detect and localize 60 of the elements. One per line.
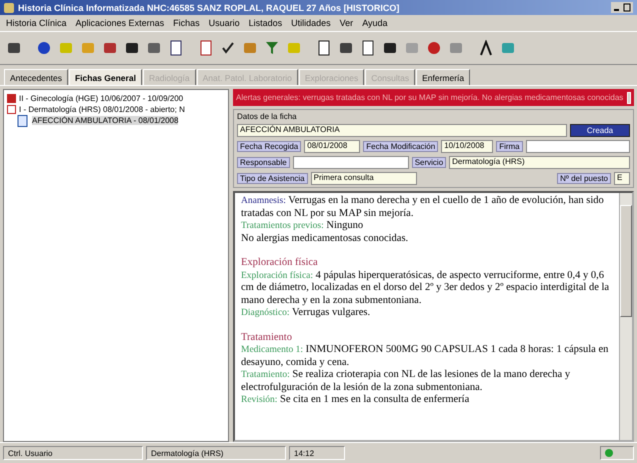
document-icon bbox=[198, 40, 214, 56]
app-icon bbox=[4, 2, 14, 12]
scrollbar[interactable] bbox=[619, 193, 632, 440]
copy-icon bbox=[360, 40, 376, 56]
field-label: Nº del puesto bbox=[557, 173, 611, 184]
page-icon bbox=[316, 40, 332, 56]
date-field[interactable]: 10/10/2008 bbox=[441, 140, 494, 153]
menu-item[interactable]: Ver bbox=[340, 18, 354, 28]
field-label: Fecha Recogida bbox=[237, 141, 302, 152]
tab[interactable]: Antecedentes bbox=[4, 69, 68, 85]
document-icon bbox=[168, 40, 184, 56]
section-heading: Exploración física bbox=[241, 257, 319, 270]
field-label: Tipo de Asistencia bbox=[237, 173, 308, 184]
alert-text: Alertas generales: verrugas tratadas con NL por su MAP sin mejoría. No alergias medicamentosas conocidas bbox=[236, 93, 624, 102]
menu-item[interactable]: Usuario bbox=[208, 18, 240, 28]
note-paragraph: No alergias medicamentosas conocidas. bbox=[241, 232, 410, 245]
collapse-button[interactable] bbox=[627, 92, 631, 104]
menu-item[interactable]: Listados bbox=[248, 18, 282, 28]
square-icon bbox=[404, 40, 420, 56]
note-paragraph: Exploración física: 4 pápulas hiperqueratósicas, de aspecto verruciforme, entre 0,4 y 0,6 cm de diámetro, localizadas en el dorso del 2º y 3er dedos y 2º espacio interdigital de la mano derecha y en la zona submentoniana. bbox=[241, 270, 610, 307]
status-user: Ctrl. Usuario bbox=[3, 446, 143, 460]
menu-item[interactable]: Aplicaciones Externas bbox=[76, 18, 164, 28]
tree-item[interactable]: I - Dermatología (HRS) 08/01/2008 - abierto; N bbox=[19, 105, 185, 114]
note-paragraph: Medicamento 1: INMUNOFERON 500MG 90 CAPSULAS 1 cada 8 horas: 1 cápsula en desayuno, comida y cena. bbox=[241, 344, 610, 369]
notes-area[interactable] bbox=[233, 191, 634, 442]
menu-item[interactable]: Historia Clínica bbox=[6, 18, 67, 28]
field-label: Responsable bbox=[237, 157, 290, 168]
field-label: Fecha Modificación bbox=[363, 141, 438, 152]
menu-item[interactable]: Ayuda bbox=[362, 18, 388, 28]
menu-item[interactable]: Fichas bbox=[173, 18, 200, 28]
post-field[interactable]: E bbox=[614, 172, 630, 185]
section-heading: Tratamiento bbox=[241, 332, 293, 344]
note-paragraph: Tratamiento: Se realiza crioterapia con NL de las lesiones de la mano derecha y electrofulguración de la lesión de la zona submentoniana. bbox=[241, 369, 572, 394]
visit-type-field[interactable]: Primera consulta bbox=[310, 172, 417, 185]
group-title: Datos de la ficha bbox=[237, 112, 298, 121]
document-icon bbox=[17, 114, 29, 126]
service-field[interactable]: Dermatología (HRS) bbox=[449, 156, 630, 169]
note-paragraph: Diagnóstico: Verrugas vulgares. bbox=[241, 307, 372, 320]
status-time: 14:12 bbox=[289, 446, 345, 460]
status-button[interactable]: Creada bbox=[570, 124, 630, 137]
menu-item[interactable]: Utilidades bbox=[291, 18, 331, 28]
tab[interactable]: Fichas General bbox=[68, 69, 142, 85]
tab[interactable]: Enfermería bbox=[416, 69, 470, 85]
status-service: Dermatología (HRS) bbox=[146, 446, 286, 460]
window-controls-icon[interactable] bbox=[611, 2, 633, 13]
filter-icon bbox=[264, 40, 280, 56]
lambda-icon bbox=[478, 40, 494, 56]
field-label: Servicio bbox=[412, 157, 446, 168]
signature-field[interactable] bbox=[526, 140, 630, 153]
tree-item[interactable]: II - Ginecología (HGE) 10/06/2007 - 10/09/200 bbox=[19, 94, 184, 103]
note-paragraph: Tratamientos previos: Ninguno bbox=[241, 220, 364, 232]
field-label: Firma bbox=[496, 141, 523, 152]
tree-item[interactable]: AFECCIÓN AMBULATORIA - 08/01/2008 bbox=[32, 116, 178, 125]
check-icon bbox=[220, 40, 236, 56]
title-field[interactable]: AFECCIÓN AMBULATORIA bbox=[237, 124, 567, 137]
note-paragraph: Revisión: Se cita en 1 mes en la consulta de enfermería bbox=[241, 394, 470, 406]
responsible-field[interactable] bbox=[292, 156, 409, 169]
note-paragraph: Anamnesis: Verrugas en la mano derecha y en el cuello de 1 año de evolución, han sido tratadas con NL por su MAP sin mejoría. bbox=[241, 195, 605, 220]
date-field[interactable]: 08/01/2008 bbox=[304, 140, 360, 153]
window-title: Historia Clínica Informatizada NHC:46585 SANZ ROPLAL, RAQUEL 27 Años [HISTORICO] bbox=[18, 2, 400, 12]
